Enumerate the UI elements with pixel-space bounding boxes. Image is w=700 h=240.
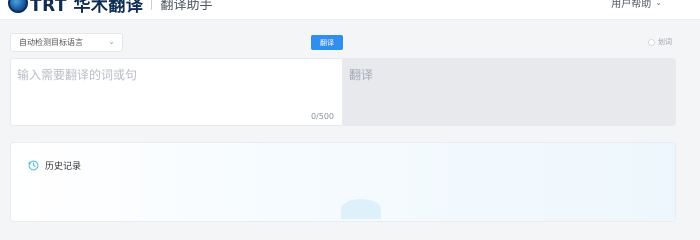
word-select-toggle[interactable]: 划词 [648, 37, 672, 47]
target-language-value: 自动检测目标语言 [19, 38, 83, 47]
history-illustration [341, 199, 381, 219]
top-header: TRT 华木翻译 翻译助手 用户帮助 ⌄ [0, 0, 700, 20]
source-text-input[interactable]: 输入需要翻译的词或句 0/500 [10, 58, 343, 126]
history-panel: 历史记录 [10, 142, 676, 222]
char-counter: 0/500 [310, 112, 334, 121]
chevron-down-icon: ⌄ [108, 37, 115, 46]
app-subtitle: 翻译助手 [160, 0, 213, 13]
word-select-label: 划词 [658, 38, 672, 46]
chevron-down-icon: ⌄ [655, 0, 662, 7]
history-header: 历史记录 [28, 159, 81, 172]
logo-divider [151, 0, 153, 10]
logo-text: TRT 华木翻译 [30, 0, 144, 16]
output-placeholder: 翻译 [349, 68, 374, 82]
translate-button[interactable]: 翻译 [311, 35, 343, 50]
app-logo[interactable]: TRT 华木翻译 翻译助手 [8, 0, 213, 16]
user-help-menu[interactable]: 用户帮助 ⌄ [611, 0, 662, 10]
history-title: 历史记录 [45, 162, 82, 172]
logo-globe-icon [8, 0, 28, 13]
target-language-select[interactable]: 自动检测目标语言 ⌄ [10, 33, 123, 52]
translation-output: 翻译 [343, 58, 676, 126]
source-placeholder: 输入需要翻译的词或句 [17, 68, 138, 82]
history-clock-icon [28, 160, 39, 171]
user-help-label: 用户帮助 [611, 0, 652, 10]
toggle-radio-icon [648, 38, 655, 46]
